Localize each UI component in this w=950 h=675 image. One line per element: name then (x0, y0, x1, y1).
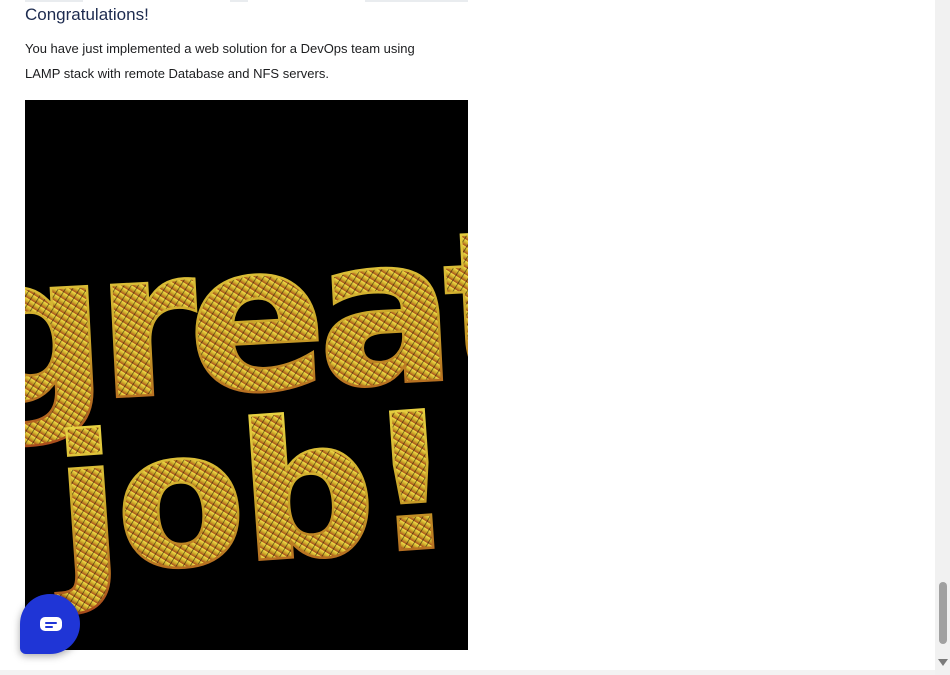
paragraph-line-1: You have just implemented a web solution… (25, 41, 415, 56)
lesson-paragraph: You have just implemented a web solution… (25, 36, 465, 86)
previous-content-edge (25, 0, 468, 3)
job-text: job! (41, 371, 457, 619)
scroll-down-arrow-icon[interactable] (938, 659, 948, 666)
paragraph-line-2: LAMP stack with remote Database and NFS … (25, 66, 329, 81)
page-bottom-edge (0, 670, 935, 675)
vertical-scrollbar[interactable] (935, 0, 950, 675)
great-job-image: great job! (25, 100, 468, 650)
scrollbar-thumb[interactable] (939, 582, 947, 644)
chat-bubble-icon (40, 617, 62, 631)
chat-widget-button[interactable] (20, 594, 80, 654)
lesson-page: Congratulations! You have just implement… (0, 0, 935, 675)
great-job-illustration: great job! (25, 185, 468, 621)
section-heading: Congratulations! (25, 5, 149, 24)
